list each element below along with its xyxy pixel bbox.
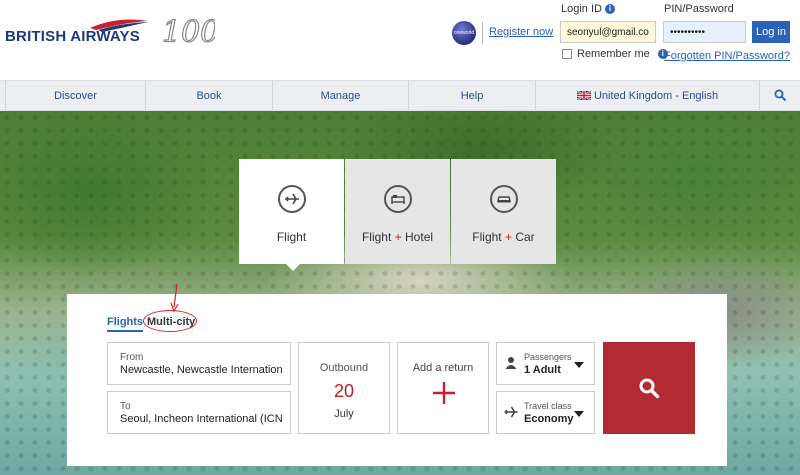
info-icon[interactable]: i — [604, 4, 615, 15]
tab-flight-car-label: Flight + Car — [472, 230, 534, 244]
tab-flight[interactable]: Flight — [239, 159, 344, 264]
person-icon — [505, 357, 517, 369]
nav-item-locale[interactable]: United Kingdom - English — [536, 81, 760, 110]
tab-flight-car-plus: + — [504, 230, 512, 244]
add-return-button[interactable]: Add a return — [397, 342, 489, 434]
login-id-label: Login ID i — [561, 3, 615, 15]
tab-flight-hotel-suffix: Hotel — [405, 230, 434, 244]
add-return-label: Add a return — [412, 362, 474, 374]
to-field[interactable]: To Seoul, Incheon International (ICN), — [107, 391, 291, 434]
outbound-date-picker[interactable]: Outbound 20 July — [298, 342, 390, 434]
travel-class-label: Travel class — [524, 401, 572, 411]
passengers-select[interactable]: Passengers 1 Adult — [496, 342, 595, 385]
login-id-input[interactable] — [560, 21, 656, 43]
forgot-password-link[interactable]: Forgotten PIN/Password? — [664, 50, 790, 62]
tab-flight-hotel[interactable]: Flight + Hotel — [345, 159, 450, 264]
travel-class-select[interactable]: Travel class Economy — [496, 391, 595, 434]
login-button[interactable]: Log in — [752, 21, 790, 43]
passengers-label: Passengers — [524, 352, 572, 362]
to-label: To — [120, 401, 131, 412]
passengers-value: 1 Adult — [524, 364, 561, 376]
nav-item-help[interactable]: Help — [409, 81, 536, 110]
tab-flight-car-text: Flight — [472, 230, 502, 244]
tab-flight-hotel-text: Flight — [361, 230, 392, 244]
travel-class-value: Economy — [524, 413, 574, 425]
plane-icon — [277, 185, 306, 213]
oneworld-label: oneworld — [453, 30, 475, 36]
bed-icon — [383, 185, 412, 213]
chevron-down-icon — [574, 362, 584, 368]
speedmarque-icon — [90, 19, 148, 32]
from-label: From — [120, 352, 144, 363]
pin-input[interactable] — [663, 21, 746, 43]
tab-flights[interactable]: Flights — [107, 316, 144, 332]
annotation-arrow-icon — [170, 283, 179, 313]
locale-label: United Kingdom - English — [593, 89, 719, 102]
oneworld-logo-icon[interactable]: oneworld — [452, 21, 476, 45]
centenary-mark-text: 100 — [162, 15, 215, 50]
outbound-day: 20 — [333, 381, 355, 401]
site-header: BRITISH AIRWAYS 100 oneworld Register no… — [0, 0, 800, 80]
plus-icon — [433, 382, 455, 404]
outbound-month: July — [334, 408, 354, 420]
nav-item-discover[interactable]: Discover — [6, 81, 146, 110]
nav-search-button[interactable] — [760, 81, 800, 110]
tab-flight-text: Flight — [276, 230, 307, 244]
chevron-down-icon — [574, 411, 584, 417]
remember-me-checkbox[interactable] — [562, 49, 572, 59]
car-icon — [489, 185, 518, 213]
from-value: Newcastle, Newcastle International — [120, 364, 282, 376]
pin-label: PIN/Password — [664, 3, 734, 15]
outbound-label: Outbound — [319, 362, 369, 374]
annotation-ellipse — [143, 310, 197, 332]
header-divider — [482, 22, 483, 44]
uk-flag-icon — [576, 91, 591, 100]
register-link[interactable]: Register now — [489, 26, 553, 38]
tab-flight-label: Flight — [277, 230, 306, 244]
main-nav: Discover Book Manage Help United Kingdom… — [0, 80, 800, 111]
to-value: Seoul, Incheon International (ICN), — [120, 413, 282, 425]
search-icon — [639, 378, 660, 399]
plane-small-icon — [504, 406, 518, 418]
search-icon — [774, 89, 786, 102]
login-id-label-text: Login ID — [561, 3, 602, 15]
active-tab-pointer — [285, 263, 301, 271]
remember-me: Remember me i — [562, 48, 668, 60]
tab-flight-hotel-label: Flight + Hotel — [362, 230, 433, 244]
tab-flight-hotel-plus: + — [394, 230, 402, 244]
flight-search-button[interactable] — [603, 342, 695, 434]
centenary-logo-icon: 100 — [161, 14, 215, 50]
tab-flight-car[interactable]: Flight + Car — [451, 159, 556, 264]
remember-me-label[interactable]: Remember me — [577, 48, 650, 60]
nav-item-book[interactable]: Book — [146, 81, 273, 110]
tab-flight-car-suffix: Car — [515, 230, 535, 244]
from-field[interactable]: From Newcastle, Newcastle International — [107, 342, 291, 385]
nav-item-manage[interactable]: Manage — [273, 81, 409, 110]
